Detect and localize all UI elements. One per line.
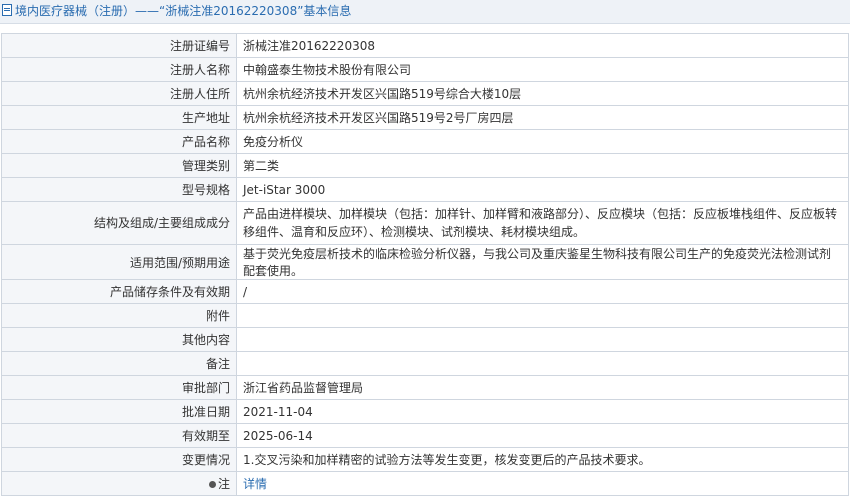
row-value: 浙江省药品监督管理局 xyxy=(236,375,849,400)
row-label: 管理类别 xyxy=(1,153,237,178)
row-value: 1.交叉污染和加样精密的试验方法等发生变更，核发变更后的产品技术要求。 xyxy=(236,447,849,472)
table-row: 注册人名称 中翰盛泰生物技术股份有限公司 xyxy=(1,57,849,82)
row-label: 变更情况 xyxy=(1,447,237,472)
table-row: 有效期至 2025-06-14 xyxy=(1,423,849,448)
row-label: 产品储存条件及有效期 xyxy=(1,279,237,304)
row-label: 批准日期 xyxy=(1,399,237,424)
row-value xyxy=(236,327,849,352)
table-row: 附件 xyxy=(1,303,849,328)
document-icon xyxy=(2,4,12,16)
row-label: 备注 xyxy=(1,351,237,376)
row-value xyxy=(236,351,849,376)
detail-table: 注册证编号 浙械注准20162220308 注册人名称 中翰盛泰生物技术股份有限… xyxy=(1,33,849,496)
row-value: 杭州余杭经济技术开发区兴国路519号2号厂房四层 xyxy=(236,105,849,130)
row-value xyxy=(236,303,849,328)
table-row: 备注 xyxy=(1,351,849,376)
table-row: 结构及组成/主要组成成分 产品由进样模块、加样模块（包括：加样针、加样臂和液路部… xyxy=(1,201,849,245)
table-row: 注册证编号 浙械注准20162220308 xyxy=(1,33,849,58)
row-value: 产品由进样模块、加样模块（包括：加样针、加样臂和液路部分）、反应模块（包括：反应… xyxy=(236,201,849,245)
table-row: 批准日期 2021-11-04 xyxy=(1,399,849,424)
table-row: 生产地址 杭州余杭经济技术开发区兴国路519号2号厂房四层 xyxy=(1,105,849,130)
row-value: 中翰盛泰生物技术股份有限公司 xyxy=(236,57,849,82)
note-label-text: 注 xyxy=(217,477,230,491)
row-label: 注册人住所 xyxy=(1,81,237,106)
row-value: 2021-11-04 xyxy=(236,399,849,424)
table-row: 产品储存条件及有效期 / xyxy=(1,279,849,304)
row-value: / xyxy=(236,279,849,304)
row-value: 2025-06-14 xyxy=(236,423,849,448)
row-value: 浙械注准20162220308 xyxy=(236,33,849,58)
page-title-bar: 境内医疗器械（注册）——“浙械注准20162220308”基本信息 xyxy=(0,0,850,24)
table-row: 适用范围/预期用途 基于荧光免疫层析技术的临床检验分析仪器，与我公司及重庆鉴星生… xyxy=(1,244,849,280)
row-value: 基于荧光免疫层析技术的临床检验分析仪器，与我公司及重庆鉴星生物科技有限公司生产的… xyxy=(236,244,849,280)
detail-link[interactable]: 详情 xyxy=(243,477,267,491)
table-row: 产品名称 免疫分析仪 xyxy=(1,129,849,154)
row-label: 生产地址 xyxy=(1,105,237,130)
row-label: 型号规格 xyxy=(1,177,237,202)
row-label: 结构及组成/主要组成成分 xyxy=(1,201,237,245)
row-label: 审批部门 xyxy=(1,375,237,400)
row-label: 有效期至 xyxy=(1,423,237,448)
table-row: 审批部门 浙江省药品监督管理局 xyxy=(1,375,849,400)
row-value: Jet-iStar 3000 xyxy=(236,177,849,202)
table-row: 变更情况 1.交叉污染和加样精密的试验方法等发生变更，核发变更后的产品技术要求。 xyxy=(1,447,849,472)
row-label: 适用范围/预期用途 xyxy=(1,244,237,280)
table-row: 其他内容 xyxy=(1,327,849,352)
note-value: 详情 xyxy=(236,471,849,496)
row-value: 杭州余杭经济技术开发区兴国路519号综合大楼10层 xyxy=(236,81,849,106)
row-label: 附件 xyxy=(1,303,237,328)
table-row: 型号规格 Jet-iStar 3000 xyxy=(1,177,849,202)
row-label: 产品名称 xyxy=(1,129,237,154)
page-title: 境内医疗器械（注册）——“浙械注准20162220308”基本信息 xyxy=(15,4,352,18)
note-label: 注 xyxy=(1,471,237,496)
info-dot-icon xyxy=(208,481,216,488)
row-label: 其他内容 xyxy=(1,327,237,352)
row-value: 第二类 xyxy=(236,153,849,178)
row-value: 免疫分析仪 xyxy=(236,129,849,154)
row-label: 注册人名称 xyxy=(1,57,237,82)
table-row: 注册人住所 杭州余杭经济技术开发区兴国路519号综合大楼10层 xyxy=(1,81,849,106)
row-label: 注册证编号 xyxy=(1,33,237,58)
note-row: 注 详情 xyxy=(1,471,849,496)
table-row: 管理类别 第二类 xyxy=(1,153,849,178)
